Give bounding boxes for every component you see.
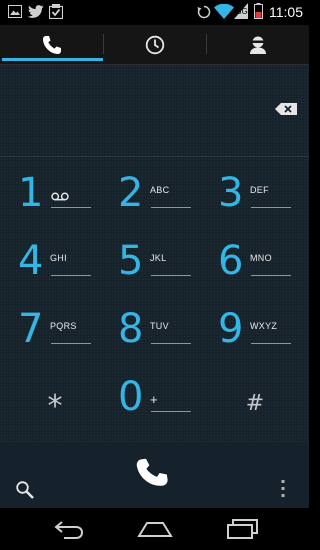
key-letters: DEF xyxy=(250,185,269,195)
key-letters: MNO xyxy=(250,253,272,263)
key-underline xyxy=(151,275,191,276)
divider xyxy=(0,156,309,157)
key-letters: TUV xyxy=(150,321,169,331)
battery-icon xyxy=(254,3,263,19)
key-underline xyxy=(51,207,91,208)
key-letters: ABC xyxy=(150,185,170,195)
key-0[interactable]: 0 + xyxy=(103,370,203,436)
svg-text:3G: 3G xyxy=(237,7,248,16)
key-4[interactable]: 4 GHI xyxy=(3,234,103,300)
key-underline xyxy=(51,275,91,276)
clock-icon xyxy=(145,35,164,54)
key-underline xyxy=(51,343,91,344)
call-button[interactable] xyxy=(130,455,178,495)
phone-icon xyxy=(42,35,61,54)
key-3[interactable]: 3 DEF xyxy=(203,166,303,232)
key-letters: PQRS xyxy=(50,321,77,331)
back-icon[interactable] xyxy=(52,518,86,540)
key-letters: JKL xyxy=(150,253,167,263)
picture-icon xyxy=(8,5,22,18)
key-digit: 8 xyxy=(118,306,144,352)
key-underline xyxy=(151,411,191,412)
key-letters: + xyxy=(150,392,158,407)
search-icon[interactable] xyxy=(14,479,36,501)
key-6[interactable]: 6 MNO xyxy=(203,234,303,300)
key-digit: 4 xyxy=(18,238,44,284)
tab-bar xyxy=(0,25,309,65)
status-bar: 3G 11:05 xyxy=(0,0,309,25)
backspace-icon[interactable] xyxy=(270,99,302,119)
twitter-icon xyxy=(28,5,44,18)
key-digit: 7 xyxy=(18,306,44,352)
digits-field[interactable] xyxy=(0,65,309,155)
key-7[interactable]: 7 PQRS xyxy=(3,302,103,368)
key-underline xyxy=(151,207,191,208)
key-digit: 2 xyxy=(118,170,144,216)
tab-call-log[interactable] xyxy=(103,25,206,64)
key-8[interactable]: 8 TUV xyxy=(103,302,203,368)
key-digit: 3 xyxy=(218,170,244,216)
key-9[interactable]: 9 WXYZ xyxy=(203,302,303,368)
download-icon xyxy=(49,4,63,19)
key-2[interactable]: 2 ABC xyxy=(103,166,203,232)
key-letters: GHI xyxy=(50,253,67,263)
key-digit: # xyxy=(245,390,265,416)
key-digit: 6 xyxy=(218,238,244,284)
selected-tab-indicator xyxy=(2,58,103,61)
key-underline xyxy=(251,343,291,344)
sync-icon xyxy=(197,5,211,19)
dialpad-area: 1 2 ABC 3 DEF 4 GHI 5 JKL 6 MNO 7 PQRS 8… xyxy=(0,65,309,508)
key-underline xyxy=(251,207,291,208)
key-5[interactable]: 5 JKL xyxy=(103,234,203,300)
key-digit: * xyxy=(47,388,63,424)
key-digit: 5 xyxy=(118,238,144,284)
key-underline xyxy=(151,343,191,344)
tab-contacts[interactable] xyxy=(206,25,309,64)
key-digit: 1 xyxy=(18,170,44,216)
key-letters: WXYZ xyxy=(250,321,278,331)
person-icon xyxy=(249,36,266,54)
voicemail-icon xyxy=(51,192,69,201)
signal-icon: 3G xyxy=(234,3,248,19)
key-underline xyxy=(251,275,291,276)
key-digit: 9 xyxy=(218,306,244,352)
home-icon[interactable] xyxy=(137,520,173,538)
wifi-icon xyxy=(214,4,234,19)
clock-text: 11:05 xyxy=(269,4,303,20)
key-1[interactable]: 1 xyxy=(3,166,103,232)
recent-apps-icon[interactable] xyxy=(226,519,258,539)
navigation-bar xyxy=(0,508,309,550)
overflow-menu-icon[interactable] xyxy=(276,478,290,500)
key-star[interactable]: * xyxy=(5,370,105,436)
key-digit: 0 xyxy=(118,374,144,420)
key-pound[interactable]: # xyxy=(205,370,305,436)
